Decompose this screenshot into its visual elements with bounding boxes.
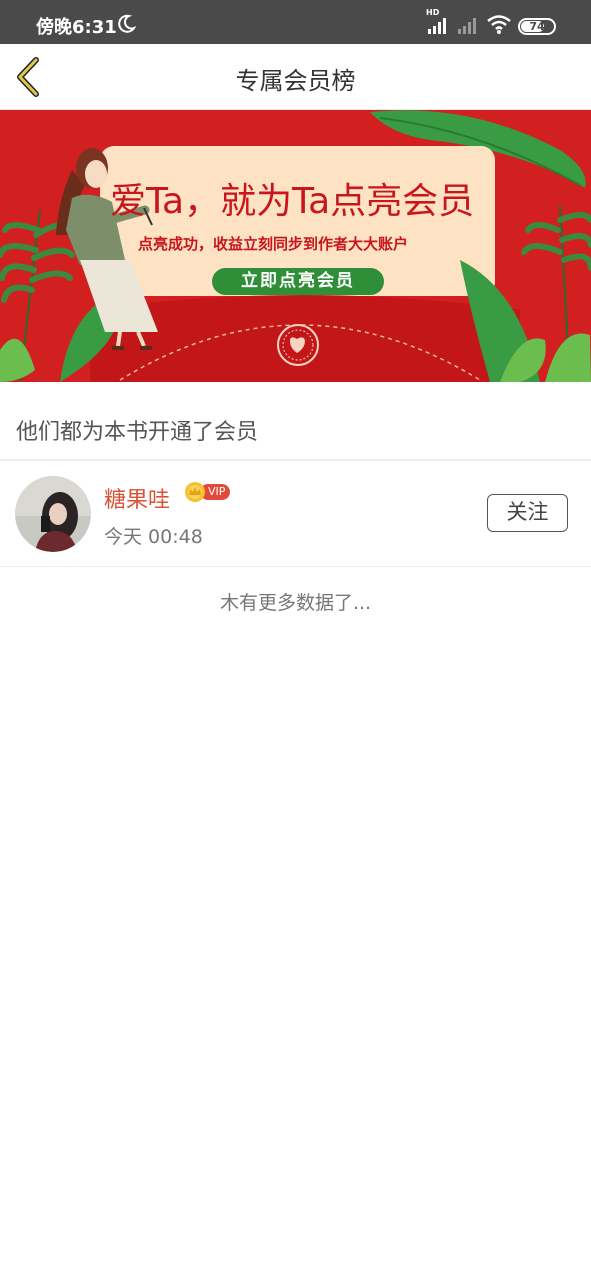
wifi-icon (487, 15, 511, 34)
avatar[interactable] (15, 476, 91, 552)
signal-icon (428, 18, 446, 34)
signal-weak-icon (458, 18, 476, 34)
banner-subtitle: 点亮成功，收益立刻同步到作者大大账户 (138, 235, 409, 253)
page-title: 专属会员榜 (235, 67, 356, 95)
follow-button[interactable]: 关注 (487, 494, 568, 532)
section-title: 他们都为本书开通了会员 (16, 420, 259, 445)
light-up-vip-button[interactable]: 立即点亮会员 (212, 268, 384, 295)
battery-level: 74 (529, 20, 545, 33)
status-time: 傍晚6:31 (36, 17, 117, 38)
member-time: 今天 00:48 (104, 526, 203, 548)
crown-icon (185, 482, 205, 502)
battery-icon: 74 (518, 18, 556, 35)
status-bar: 傍晚6:31 HD 74 (0, 0, 591, 44)
moon-icon (118, 14, 136, 33)
list-item[interactable]: 糖果哇 VIP 今天 00:48 关注 (0, 461, 591, 567)
header: 专属会员榜 (0, 44, 591, 110)
no-more-data-text: 木有更多数据了... (219, 592, 372, 614)
banner-headline: 爱Ta，就为Ta点亮会员 (110, 181, 475, 222)
member-name[interactable]: 糖果哇 (104, 482, 170, 514)
promo-banner[interactable]: 爱Ta，就为Ta点亮会员 点亮成功，收益立刻同步到作者大大账户 立即点亮会员 (0, 110, 591, 382)
